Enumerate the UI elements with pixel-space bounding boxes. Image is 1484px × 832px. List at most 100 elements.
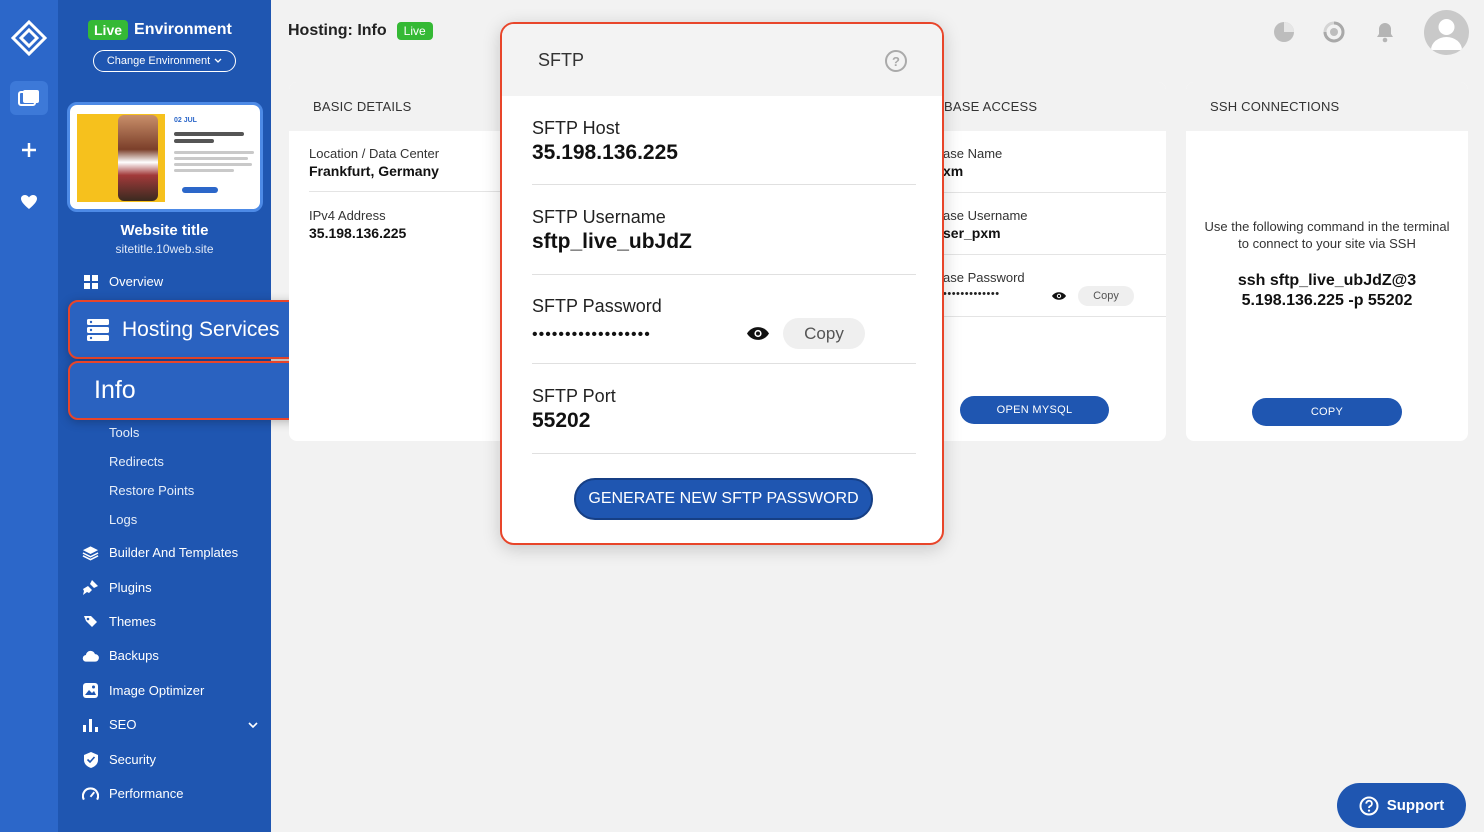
progress-icon[interactable]: [1320, 18, 1348, 46]
thumbnail-heading: [174, 139, 214, 143]
ssh-description-line: to connect to your site via SSH: [1238, 236, 1416, 251]
thumbnail-text: [174, 157, 248, 160]
sidebar-item-seo[interactable]: SEO: [82, 716, 258, 733]
ssh-connections-card: SSH CONNECTIONS Use the following comman…: [1186, 82, 1468, 441]
password-mask: ••••••••••••••••••: [532, 326, 651, 343]
sftp-host-field: SFTP Host 35.198.136.225: [532, 118, 678, 165]
divider: [532, 453, 916, 454]
eye-icon[interactable]: [1051, 291, 1067, 301]
ssh-command: ssh sftp_live_ubJdZ@3 5.198.136.225 -p 5…: [1186, 271, 1468, 311]
field-label: SFTP Host: [532, 118, 620, 138]
thumbnail-text: [174, 169, 234, 172]
sidebar-item-label: Builder And Templates: [109, 545, 239, 560]
cloud-icon: [82, 647, 99, 664]
sidebar-item-redirects[interactable]: Redirects: [109, 454, 164, 469]
pie-chart-icon[interactable]: [1270, 18, 1298, 46]
field-label: ase Name: [943, 146, 1003, 161]
divider: [940, 192, 1166, 193]
thumbnail-text: [174, 163, 252, 166]
add-icon[interactable]: [10, 133, 48, 167]
website-title: Website title: [120, 222, 209, 239]
generate-sftp-password-button[interactable]: GENERATE NEW SFTP PASSWORD: [574, 478, 873, 520]
sidebar-item-label: Themes: [109, 614, 156, 629]
sidebar-item-logs[interactable]: Logs: [109, 512, 137, 527]
copy-ssh-button[interactable]: COPY: [1252, 398, 1402, 426]
bell-icon[interactable]: [1371, 18, 1399, 46]
change-environment-button[interactable]: Change Environment: [93, 50, 236, 72]
sidebar-item-restore-points[interactable]: Restore Points: [109, 483, 194, 498]
server-icon: [87, 318, 109, 341]
open-mysql-button[interactable]: OPEN MYSQL: [960, 396, 1109, 424]
ssh-command-line: 5.198.136.225 -p 55202: [1241, 292, 1413, 309]
page-title: Hosting: Info: [288, 22, 387, 39]
sftp-password-field: SFTP Password: [532, 296, 662, 317]
sidebar-item-label: Plugins: [109, 580, 152, 595]
sidebar-item-performance[interactable]: Performance: [82, 785, 183, 802]
support-button[interactable]: Support: [1337, 783, 1466, 828]
password-mask: •••••••••••••: [943, 288, 1000, 300]
icon-rail: [0, 0, 58, 832]
environment-label: Environment: [134, 21, 232, 38]
modal-title: SFTP: [502, 24, 942, 96]
live-badge: Live: [88, 20, 129, 40]
live-badge: Live: [396, 22, 433, 40]
eye-icon[interactable]: [746, 326, 770, 341]
gauge-icon: [82, 785, 99, 802]
websites-icon[interactable]: [10, 81, 48, 115]
website-thumbnail[interactable]: 02 JUL: [67, 102, 263, 212]
sidebar-item-backups[interactable]: Backups: [82, 647, 159, 664]
sidebar-item-info[interactable]: Info: [68, 361, 325, 420]
field-label: SFTP Password: [532, 296, 662, 316]
heart-icon[interactable]: [10, 185, 48, 219]
sidebar-item-label: Info: [94, 376, 136, 404]
sidebar-item-label: Overview: [109, 274, 164, 289]
support-label: Support: [1386, 797, 1445, 814]
environment-indicator: Live Environment: [88, 20, 232, 40]
divider: [532, 274, 916, 275]
help-icon[interactable]: ?: [885, 50, 907, 72]
sidebar-item-plugins[interactable]: Plugins: [82, 579, 152, 596]
thumbnail-heading: [174, 132, 244, 136]
field-value: ser_pxm: [943, 225, 1001, 241]
ssh-description-line: Use the following command in the termina…: [1204, 219, 1450, 234]
sftp-username-field: SFTP Username sftp_live_ubJdZ: [532, 207, 692, 254]
field-value: 35.198.136.225: [532, 141, 678, 164]
image-icon: [82, 682, 99, 699]
sftp-modal: SFTP ? SFTP Host 35.198.136.225 SFTP Use…: [500, 22, 944, 545]
sidebar-item-label: Performance: [109, 786, 184, 801]
sidebar-item-tools[interactable]: Tools: [109, 425, 139, 440]
location-field: Location / Data Center Frankfurt, German…: [309, 146, 439, 179]
logo-icon[interactable]: [10, 19, 48, 57]
database-password-field: ase Password: [943, 270, 1025, 285]
ssh-command-line: ssh sftp_live_ubJdZ@3: [1237, 272, 1417, 289]
basic-details-card: BASIC DETAILS Location / Data Center Fra…: [289, 82, 529, 441]
divider: [309, 191, 529, 192]
card-heading: SSH CONNECTIONS: [1186, 82, 1468, 131]
shield-icon: [82, 751, 99, 768]
sidebar-item-label: SEO: [109, 717, 137, 732]
chevron-down-icon: [248, 721, 258, 728]
website-url[interactable]: sitetitle.10web.site: [58, 242, 271, 256]
sidebar-item-image-optimizer[interactable]: Image Optimizer: [82, 682, 204, 699]
field-value: Frankfurt, Germany: [309, 163, 439, 179]
sidebar-item-hosting-services[interactable]: Hosting Services: [68, 300, 323, 359]
avatar[interactable]: [1424, 10, 1469, 55]
field-label: Location / Data Center: [309, 146, 440, 161]
field-label: ase Password: [943, 270, 1025, 285]
sidebar-item-overview[interactable]: Overview: [82, 273, 163, 290]
sidebar-item-security[interactable]: Security: [82, 751, 156, 768]
plug-icon: [82, 579, 99, 596]
sidebar-item-builder[interactable]: Builder And Templates: [82, 544, 238, 561]
ssh-description: Use the following command in the termina…: [1186, 218, 1468, 252]
sidebar-item-themes[interactable]: Themes: [82, 613, 156, 630]
bar-chart-icon: [82, 716, 99, 733]
database-name-field: ase Name xm: [943, 146, 1002, 179]
brush-icon: [82, 613, 99, 630]
field-value: 55202: [532, 409, 591, 432]
sftp-port-field: SFTP Port 55202: [532, 386, 616, 433]
divider: [940, 316, 1166, 317]
divider: [532, 363, 916, 364]
copy-password-button[interactable]: Copy: [783, 318, 865, 349]
copy-password-button[interactable]: Copy: [1078, 286, 1134, 306]
help-icon: [1359, 796, 1379, 815]
